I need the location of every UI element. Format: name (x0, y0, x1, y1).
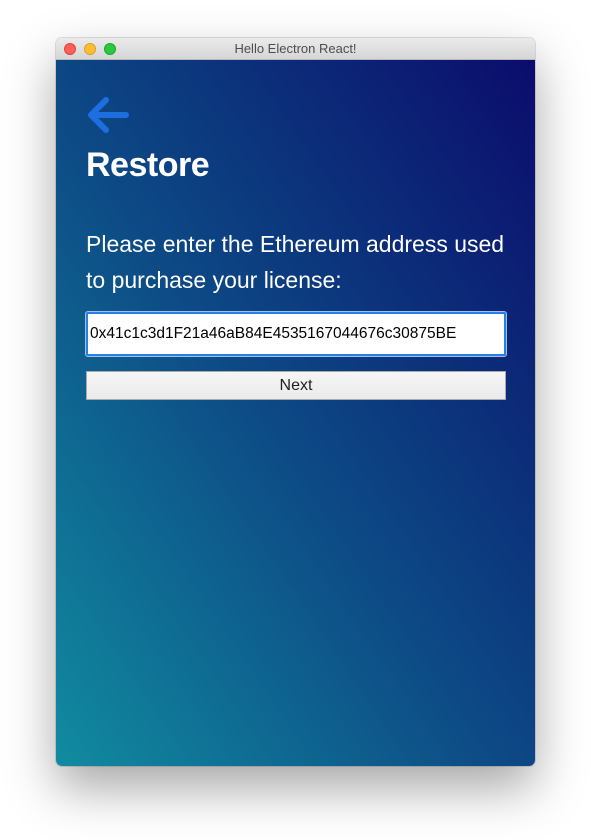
next-button[interactable]: Next (86, 371, 506, 400)
window-title: Hello Electron React! (234, 41, 357, 56)
ethereum-address-input[interactable] (85, 311, 507, 357)
back-button[interactable] (84, 94, 130, 136)
restore-screen: Restore Please enter the Ethereum addres… (56, 60, 535, 766)
title-bar[interactable]: Hello Electron React! (56, 38, 535, 60)
address-prompt: Please enter the Ethereum address used t… (86, 231, 505, 293)
page-title: Restore (86, 146, 210, 184)
arrow-left-icon (88, 97, 129, 133)
app-window: Hello Electron React! Restore Please ent… (56, 38, 535, 766)
